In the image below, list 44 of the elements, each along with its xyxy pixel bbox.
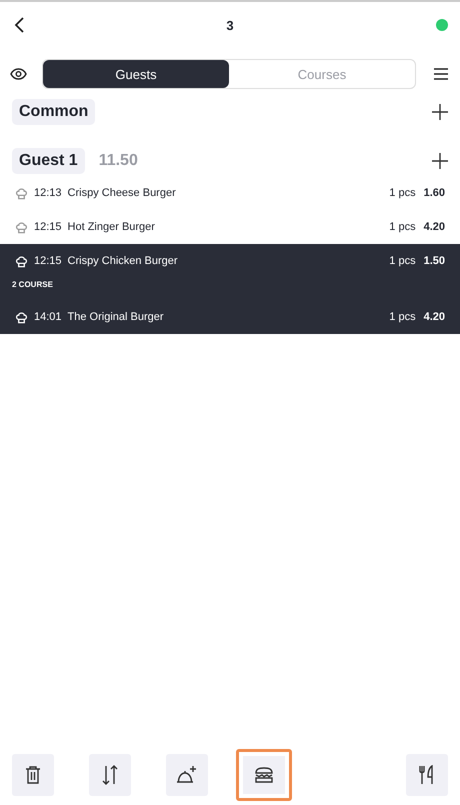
guest-total: 11.50 — [98, 152, 138, 170]
item-name: The Original Burger — [68, 311, 165, 323]
back-icon[interactable] — [14, 17, 24, 33]
add-icon[interactable] — [432, 153, 448, 169]
item-name: Crispy Chicken Burger — [68, 255, 179, 267]
toolbar-button[interactable] — [166, 754, 208, 796]
chef-hat-icon — [15, 186, 28, 200]
sort-arrows-icon — [102, 765, 118, 785]
course-label: 2 COURSE — [0, 278, 460, 300]
trash-icon — [25, 766, 41, 784]
order-item-row[interactable]: 12:15 Hot Zinger Burger 1 pcs 4.20 — [0, 210, 460, 244]
add-icon[interactable] — [432, 104, 448, 120]
cloche-plus-icon — [176, 765, 198, 785]
toolbar-button[interactable] — [12, 754, 54, 796]
toolbar-button[interactable] — [406, 754, 448, 796]
item-name: Hot Zinger Burger — [68, 221, 156, 233]
order-item-row[interactable]: 12:15 Crispy Chicken Burger 1 pcs 1.50 — [0, 244, 460, 278]
item-quantity: 1 pcs — [389, 311, 416, 323]
item-quantity: 1 pcs — [389, 187, 416, 199]
item-name: Crispy Cheese Burger — [68, 187, 177, 199]
eye-icon[interactable] — [10, 68, 27, 80]
chef-hat-icon — [15, 254, 28, 268]
item-quantity: 1 pcs — [389, 221, 416, 233]
item-quantity: 1 pcs — [389, 255, 416, 267]
toolbar-button[interactable] — [236, 749, 292, 801]
chef-hat-icon — [15, 310, 28, 324]
item-time: 14:01 — [34, 311, 62, 323]
order-number: 3 — [226, 18, 234, 32]
burger-icon — [255, 767, 273, 783]
menu-icon[interactable] — [434, 68, 448, 80]
guest-label[interactable]: Guest 1 — [12, 148, 85, 174]
view-tab[interactable]: Guests — [43, 60, 229, 88]
order-item-row[interactable]: 14:01 The Original Burger 1 pcs 4.20 — [0, 300, 460, 334]
item-price: 4.20 — [424, 221, 445, 233]
item-price: 1.50 — [424, 255, 445, 267]
item-time: 12:15 — [34, 221, 62, 233]
order-item-row[interactable]: 12:13 Crispy Cheese Burger 1 pcs 1.60 — [0, 176, 460, 210]
chef-hat-icon — [15, 220, 28, 234]
item-price: 1.60 — [424, 187, 445, 199]
item-time: 12:15 — [34, 255, 62, 267]
item-price: 4.20 — [424, 311, 445, 323]
common-label[interactable]: Common — [12, 99, 96, 125]
toolbar-button[interactable] — [89, 754, 131, 796]
item-time: 12:13 — [34, 187, 62, 199]
